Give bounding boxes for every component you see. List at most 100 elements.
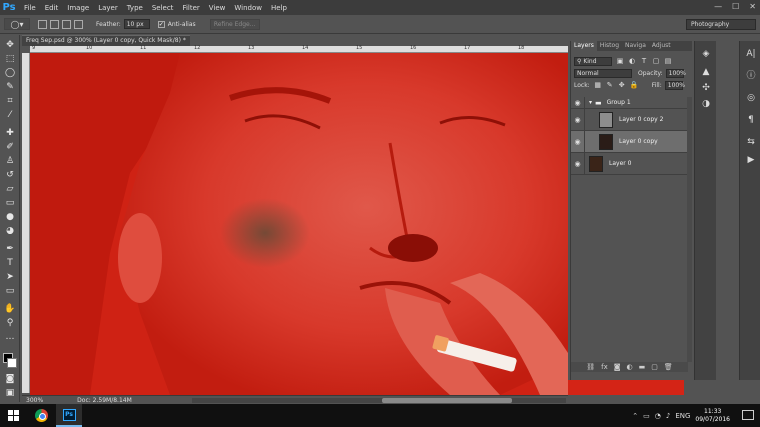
- lock-pixels-icon[interactable]: ✎: [606, 81, 614, 89]
- layer-row[interactable]: ◉ Layer 0 copy: [571, 131, 688, 153]
- stamp-tool-icon[interactable]: ♙: [4, 155, 16, 167]
- language-indicator[interactable]: ENG: [675, 412, 690, 420]
- paragraph-dock-icon[interactable]: ¶: [744, 113, 758, 127]
- menu-file[interactable]: File: [24, 4, 36, 12]
- lock-position-icon[interactable]: ✥: [618, 81, 626, 89]
- tray-chevron-icon[interactable]: ⌃: [632, 412, 638, 420]
- shape-tool-icon[interactable]: ▭: [4, 285, 16, 297]
- new-layer-icon[interactable]: ▢: [651, 363, 658, 371]
- actions-dock-icon[interactable]: ▶: [744, 153, 758, 167]
- layer-row[interactable]: ◉ Layer 0: [571, 153, 688, 175]
- tab-navigator[interactable]: Naviga: [622, 41, 649, 51]
- history-dock-icon[interactable]: ⇆: [744, 135, 758, 149]
- hand-tool-icon[interactable]: ✋: [4, 303, 16, 315]
- folder-icon[interactable]: ▬: [639, 363, 646, 371]
- path-select-tool-icon[interactable]: ➤: [4, 271, 16, 283]
- link-icon[interactable]: ⛓: [586, 363, 595, 371]
- menu-view[interactable]: View: [209, 4, 226, 12]
- filter-smart-icon[interactable]: ▤: [664, 57, 672, 65]
- minimize-button[interactable]: —: [714, 2, 722, 11]
- menu-window[interactable]: Window: [234, 4, 262, 12]
- adjustment-icon[interactable]: ◐: [627, 363, 633, 371]
- filter-pixel-icon[interactable]: ▣: [616, 57, 624, 65]
- menu-filter[interactable]: Filter: [182, 4, 199, 12]
- antialias-checkbox[interactable]: ✓: [157, 20, 165, 28]
- trash-icon[interactable]: 🗑: [664, 363, 673, 371]
- type-tool-icon[interactable]: T: [4, 257, 16, 269]
- menu-layer[interactable]: Layer: [98, 4, 118, 12]
- adjustments-dock-icon[interactable]: ◑: [699, 97, 713, 111]
- refine-edge-button[interactable]: Refine Edge...: [209, 18, 260, 30]
- filter-shape-icon[interactable]: ▢: [652, 57, 660, 65]
- clock[interactable]: 11:33 09/07/2016: [695, 408, 730, 424]
- visibility-eye-icon[interactable]: ◉: [571, 131, 585, 152]
- lasso-preset-picker[interactable]: ◯▾: [4, 18, 30, 30]
- workspace-select[interactable]: Photography: [686, 19, 756, 30]
- info-dock-icon[interactable]: ⓘ: [744, 69, 758, 83]
- character-dock-icon[interactable]: A|: [744, 47, 758, 61]
- visibility-eye-icon[interactable]: ◉: [571, 153, 585, 174]
- menu-image[interactable]: Image: [67, 4, 89, 12]
- windows-start-icon[interactable]: [8, 410, 19, 421]
- layers-dock-icon[interactable]: ◈: [699, 47, 713, 61]
- taskbar-chrome[interactable]: [28, 404, 54, 427]
- filter-adjust-icon[interactable]: ◐: [628, 57, 636, 65]
- scroll-thumb[interactable]: [382, 398, 512, 403]
- channels-dock-icon[interactable]: ◎: [744, 91, 758, 105]
- notifications-icon[interactable]: [742, 410, 754, 420]
- opacity-input[interactable]: 100%: [665, 68, 686, 78]
- blur-tool-icon[interactable]: ●: [4, 211, 16, 223]
- zoom-tool-icon[interactable]: ⚲: [4, 317, 16, 329]
- maximize-button[interactable]: ☐: [732, 2, 739, 11]
- dodge-tool-icon[interactable]: ◕: [4, 225, 16, 237]
- crop-tool-icon[interactable]: ⌗: [4, 95, 16, 107]
- feather-input[interactable]: 10 px: [123, 19, 150, 29]
- move-tool-icon[interactable]: ✥: [4, 39, 16, 51]
- menu-select[interactable]: Select: [152, 4, 174, 12]
- network-icon[interactable]: ◔: [655, 412, 661, 420]
- gradient-tool-icon[interactable]: ▭: [4, 197, 16, 209]
- pen-tool-icon[interactable]: ✒: [4, 243, 16, 255]
- layer-row[interactable]: ◉ ▾ ▬ Group 1: [571, 97, 688, 109]
- tab-layers[interactable]: Layers: [571, 41, 597, 51]
- quick-mask-icon[interactable]: ◙: [4, 373, 16, 385]
- visibility-eye-icon[interactable]: ◉: [571, 97, 585, 108]
- intersect-selection-icon[interactable]: [74, 19, 83, 29]
- battery-icon[interactable]: ▭: [643, 412, 650, 420]
- navigator-dock-icon[interactable]: ✣: [699, 81, 713, 95]
- quick-select-tool-icon[interactable]: ✎: [4, 81, 16, 93]
- add-selection-icon[interactable]: [50, 19, 59, 29]
- lasso-tool-icon[interactable]: ◯: [4, 67, 16, 79]
- filter-type-icon[interactable]: T: [640, 57, 648, 65]
- fx-icon[interactable]: fx: [601, 363, 608, 371]
- close-button[interactable]: ✕: [749, 2, 756, 11]
- horizontal-scrollbar[interactable]: [192, 398, 566, 403]
- history-brush-icon[interactable]: ↺: [4, 169, 16, 181]
- visibility-eye-icon[interactable]: ◉: [571, 109, 585, 130]
- fill-input[interactable]: 100%: [664, 80, 685, 90]
- lock-all-icon[interactable]: 🔒: [630, 81, 639, 89]
- group-expand-icon[interactable]: ▾: [589, 99, 592, 106]
- healing-tool-icon[interactable]: ✚: [4, 127, 16, 139]
- eraser-tool-icon[interactable]: ▱: [4, 183, 16, 195]
- eyedropper-tool-icon[interactable]: ⁄: [4, 109, 16, 121]
- document-canvas[interactable]: [30, 53, 568, 395]
- layers-scrollbar[interactable]: [687, 97, 692, 362]
- histogram-dock-icon[interactable]: ▲: [699, 65, 713, 79]
- doc-size[interactable]: Doc: 2.59M/8.14M: [77, 397, 132, 404]
- marquee-tool-icon[interactable]: ⬚: [4, 53, 16, 65]
- more-tools-icon[interactable]: …: [4, 331, 16, 343]
- subtract-selection-icon[interactable]: [62, 19, 71, 29]
- menu-type[interactable]: Type: [127, 4, 143, 12]
- taskbar-photoshop[interactable]: Ps: [56, 404, 82, 427]
- background-color-swatch[interactable]: [7, 358, 17, 368]
- screen-mode-icon[interactable]: ▣: [4, 387, 16, 399]
- mask-icon[interactable]: ◙: [614, 363, 621, 371]
- blend-mode-select[interactable]: Normal: [574, 68, 632, 78]
- layer-row[interactable]: ◉ Layer 0 copy 2: [571, 109, 688, 131]
- tab-histogram[interactable]: Histog: [597, 41, 622, 51]
- lock-transparent-icon[interactable]: ▦: [594, 81, 602, 89]
- volume-icon[interactable]: ♪: [666, 412, 670, 420]
- document-tab[interactable]: Freq Sep.psd @ 300% (Layer 0 copy, Quick…: [22, 35, 190, 54]
- menu-edit[interactable]: Edit: [45, 4, 59, 12]
